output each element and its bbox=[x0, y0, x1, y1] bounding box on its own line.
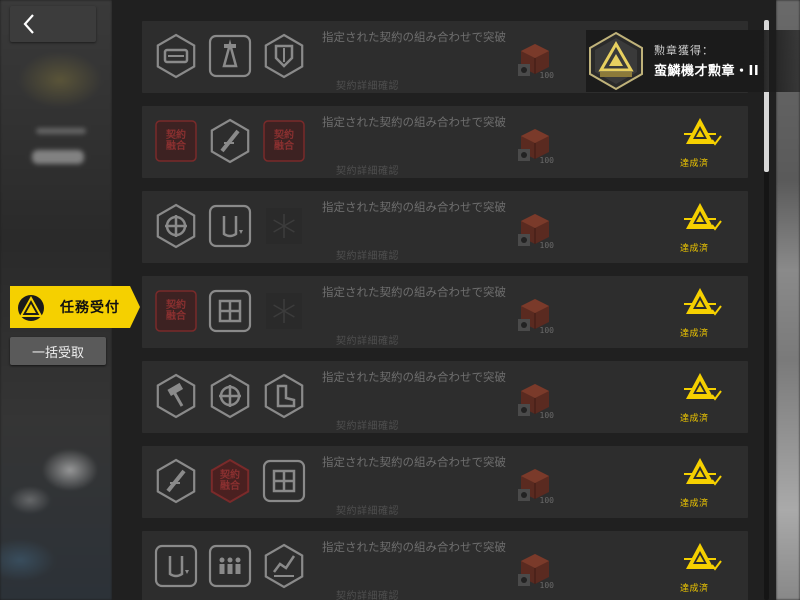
mission-card[interactable]: 契約 融合 指定された契約の組み合わせで突破契約詳細確認 100 達成済 bbox=[142, 446, 748, 518]
mission-card[interactable]: 契約 融合 契約 融合 指定された契約の組み合わせで突破契約詳細確認 100 達成済 bbox=[142, 106, 748, 178]
contract-label: 契約 融合 bbox=[220, 470, 240, 492]
mission-card[interactable]: 指定された契約の組み合わせで突破契約詳細確認 100 達成済 bbox=[142, 531, 748, 600]
square-plus-contract-icon[interactable] bbox=[260, 457, 308, 505]
tab-mission-accept[interactable]: 任務受付 bbox=[10, 286, 140, 328]
reward-item[interactable]: 100 bbox=[516, 125, 554, 165]
reward-item[interactable]: 100 bbox=[516, 550, 554, 590]
chevron-left-icon bbox=[23, 14, 34, 34]
reward-count: 100 bbox=[539, 411, 554, 420]
mission-description: 指定された契約の組み合わせで突破 bbox=[322, 540, 506, 554]
contract-label: 契約 融合 bbox=[274, 130, 294, 152]
completed-medal-icon bbox=[684, 543, 722, 571]
completed-medal-icon bbox=[684, 118, 722, 146]
red-kanji-contract-icon[interactable]: 契約 融合 bbox=[206, 457, 254, 505]
bulk-claim-button[interactable]: 一括受取 bbox=[10, 337, 106, 365]
mission-description: 指定された契約の組み合わせで突破 bbox=[322, 370, 506, 384]
background-blur-shape bbox=[36, 128, 86, 134]
snowflake-contract-icon[interactable] bbox=[260, 287, 308, 335]
hex-slash-contract-icon[interactable] bbox=[152, 457, 200, 505]
hex-boot-contract-icon[interactable] bbox=[260, 372, 308, 420]
hex-hammer-contract-icon[interactable] bbox=[152, 372, 200, 420]
status-badge: 達成済 bbox=[680, 414, 709, 424]
mission-description: 指定された契約の組み合わせで突破 bbox=[322, 285, 506, 299]
contract-label: 契約 融合 bbox=[166, 300, 186, 322]
tab-mission-accept-label: 任務受付 bbox=[60, 300, 120, 316]
status-badge: 達成済 bbox=[680, 499, 709, 509]
contract-detail-link[interactable]: 契約詳細確認 bbox=[336, 502, 399, 517]
reward-item[interactable]: 100 bbox=[516, 295, 554, 335]
mission-description: 指定された契約の組み合わせで突破 bbox=[322, 115, 506, 129]
reward-item[interactable]: 100 bbox=[516, 40, 554, 80]
hex-slash-contract-icon[interactable] bbox=[206, 117, 254, 165]
triangle-emblem-icon bbox=[18, 295, 44, 321]
back-button[interactable] bbox=[10, 6, 96, 42]
contract-detail-link[interactable]: 契約詳細確認 bbox=[336, 162, 399, 177]
hex-vehicle-contract-icon[interactable] bbox=[152, 32, 200, 80]
square-people-contract-icon[interactable] bbox=[206, 542, 254, 590]
hex-chart-contract-icon[interactable] bbox=[260, 542, 308, 590]
reward-count: 100 bbox=[539, 326, 554, 335]
mission-card[interactable]: 指定された契約の組み合わせで突破契約詳細確認 100 達成済 bbox=[142, 191, 748, 263]
medal-triangle-badge-icon bbox=[589, 31, 643, 91]
red-kanji-contract-icon[interactable]: 契約 融合 bbox=[152, 287, 200, 335]
reward-count: 100 bbox=[539, 496, 554, 505]
red-kanji-contract-icon[interactable]: 契約 融合 bbox=[152, 117, 200, 165]
mission-description: 指定された契約の組み合わせで突破 bbox=[322, 455, 506, 469]
reward-item[interactable]: 100 bbox=[516, 465, 554, 505]
reward-count: 100 bbox=[539, 581, 554, 590]
mission-description: 指定された契約の組み合わせで突破 bbox=[322, 200, 506, 214]
contract-detail-link[interactable]: 契約詳細確認 bbox=[336, 332, 399, 347]
completed-medal-icon bbox=[684, 203, 722, 231]
contract-detail-link[interactable]: 契約詳細確認 bbox=[336, 417, 399, 432]
contract-detail-link[interactable]: 契約詳細確認 bbox=[336, 247, 399, 262]
square-grid-contract-icon[interactable] bbox=[206, 287, 254, 335]
background-blur-shape bbox=[32, 150, 84, 164]
status-badge: 達成済 bbox=[680, 584, 709, 594]
square-gauge-contract-icon[interactable] bbox=[152, 542, 200, 590]
hex-crosshair-contract-icon[interactable] bbox=[206, 372, 254, 420]
square-tower-contract-icon[interactable] bbox=[206, 32, 254, 80]
red-kanji-contract-icon[interactable]: 契約 融合 bbox=[260, 117, 308, 165]
reward-count: 100 bbox=[539, 156, 554, 165]
contract-detail-link[interactable]: 契約詳細確認 bbox=[336, 77, 399, 92]
reward-count: 100 bbox=[539, 241, 554, 250]
hex-shield-contract-icon[interactable] bbox=[260, 32, 308, 80]
contract-label: 契約 融合 bbox=[166, 130, 186, 152]
scrollbar[interactable] bbox=[764, 20, 769, 600]
completed-medal-icon bbox=[684, 458, 722, 486]
completed-medal-icon bbox=[684, 288, 722, 316]
achievement-title: 勲章獲得： bbox=[654, 44, 714, 57]
hex-crosshair-contract-icon[interactable] bbox=[152, 202, 200, 250]
contract-detail-link[interactable]: 契約詳細確認 bbox=[336, 587, 399, 600]
snowflake-contract-icon[interactable] bbox=[260, 202, 308, 250]
reward-item[interactable]: 100 bbox=[516, 380, 554, 420]
square-gauge-contract-icon[interactable] bbox=[206, 202, 254, 250]
status-badge: 達成済 bbox=[680, 159, 709, 169]
status-badge: 達成済 bbox=[680, 329, 709, 339]
achievement-popup: 勲章獲得： 蛮鱗機才勲章・II bbox=[586, 30, 800, 92]
mission-card[interactable]: 指定された契約の組み合わせで突破契約詳細確認 100 達成済 bbox=[142, 361, 748, 433]
achievement-name: 蛮鱗機才勲章・II bbox=[654, 64, 760, 79]
mission-description: 指定された契約の組み合わせで突破 bbox=[322, 30, 506, 44]
reward-count: 100 bbox=[539, 71, 554, 80]
status-badge: 達成済 bbox=[680, 244, 709, 254]
mission-card[interactable]: 契約 融合 指定された契約の組み合わせで突破契約詳細確認 100 達成済 bbox=[142, 276, 748, 348]
completed-medal-icon bbox=[684, 373, 722, 401]
reward-item[interactable]: 100 bbox=[516, 210, 554, 250]
